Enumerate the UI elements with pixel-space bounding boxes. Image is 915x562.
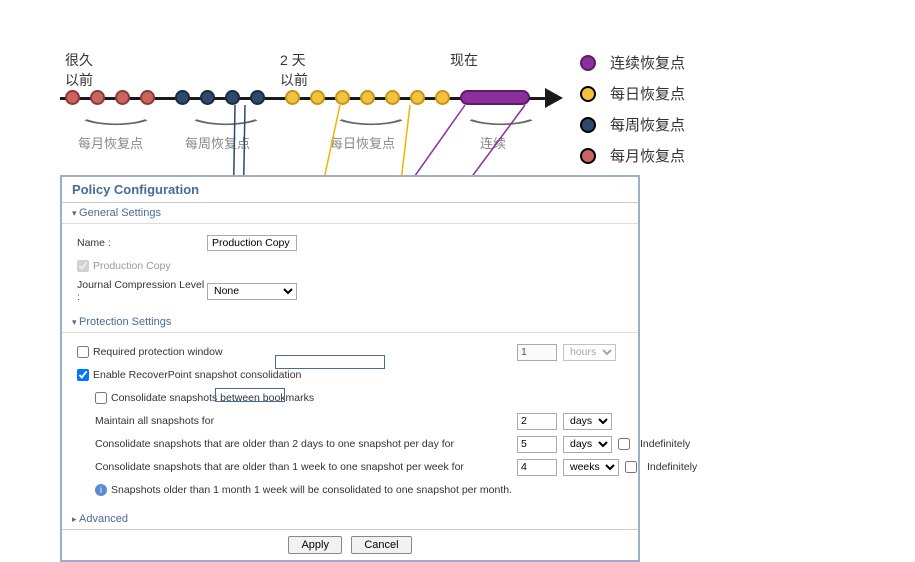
monthly-point [65,90,80,105]
name-input[interactable] [207,235,297,251]
required-window-number [517,344,557,361]
info-text: Snapshots older than 1 month 1 week will… [111,484,512,496]
indef-label: Indefinitely [647,461,697,473]
cancel-button[interactable]: Cancel [351,536,411,554]
daily-point [385,90,400,105]
daily-point [285,90,300,105]
brace-label: 每月恢复点 [78,133,143,152]
compression-select[interactable]: None [207,283,297,300]
label-now: 现在 [450,50,478,70]
older-1week-unit[interactable]: weeks [563,459,619,476]
legend-item: 每日恢复点 [580,83,685,104]
maintain-number[interactable] [517,413,557,430]
indef-label: Indefinitely [640,438,690,450]
continuous-segment [460,90,530,105]
name-label: Name : [77,237,207,249]
compression-label: Journal Compression Level : [77,279,207,303]
daily-point [435,90,450,105]
monthly-point [140,90,155,105]
panel-title: Policy Configuration [62,177,638,203]
older-1week-label: Consolidate snapshots that are older tha… [95,461,464,473]
highlight-1month [215,388,285,402]
legend-dot-icon [580,55,596,71]
legend-label: 每日恢复点 [610,83,685,104]
button-bar: Apply Cancel [62,529,638,560]
weekly-point [175,90,190,105]
weekly-point [200,90,215,105]
weekly-point [225,90,240,105]
daily-point [310,90,325,105]
legend-label: 每月恢复点 [610,145,685,166]
legend-dot-icon [580,86,596,102]
monthly-point [90,90,105,105]
older-2days-unit[interactable]: days [563,436,612,453]
maintain-label: Maintain all snapshots for [95,415,214,427]
legend-dot-icon [580,148,596,164]
daily-point [335,90,350,105]
legend-label: 每周恢复点 [610,114,685,135]
maintain-unit[interactable]: days [563,413,612,430]
enable-consolidation-checkbox[interactable] [77,369,89,381]
required-window-unit: hours [563,344,616,361]
apply-button[interactable]: Apply [288,536,342,554]
enable-consolidation-label: Enable RecoverPoint snapshot consolidati… [93,369,301,381]
brace-label: 每周恢复点 [185,133,250,152]
general-body: Name : Production Copy Journal Compressi… [62,224,638,312]
weekly-point [250,90,265,105]
indef-checkbox-1[interactable] [618,438,630,450]
daily-point [360,90,375,105]
highlight-2days [275,355,385,369]
timeline: 很久 以前 2 天 以前 现在 ︶ ︶ ︶ ︶ 每月恢复点 每周恢复点 每日恢复… [60,55,600,155]
daily-point [410,90,425,105]
legend-item: 每月恢复点 [580,145,685,166]
older-2days-label: Consolidate snapshots that are older tha… [95,438,454,450]
required-window-checkbox[interactable] [77,346,89,358]
section-advanced[interactable]: Advanced [62,509,638,529]
older-1week-number[interactable] [517,459,557,476]
monthly-point [115,90,130,105]
label-long-ago: 很久 以前 [65,50,93,90]
older-2days-number[interactable] [517,436,557,453]
legend-label: 连续恢复点 [610,52,685,73]
section-protection[interactable]: Protection Settings [62,312,638,333]
legend: 连续恢复点 每日恢复点 每周恢复点 每月恢复点 [580,52,685,176]
legend-item: 连续恢复点 [580,52,685,73]
brace-label: 每日恢复点 [330,133,395,152]
section-general[interactable]: General Settings [62,203,638,224]
info-icon: i [95,484,107,496]
legend-dot-icon [580,117,596,133]
production-copy-label: Production Copy [93,260,171,272]
production-copy-checkbox [77,260,89,272]
indef-checkbox-2[interactable] [625,461,637,473]
required-window-label: Required protection window [93,346,223,358]
legend-item: 每周恢复点 [580,114,685,135]
between-bookmarks-checkbox[interactable] [95,392,107,404]
label-2-days: 2 天 以前 [280,50,308,90]
brace-label: 连续 [480,133,506,152]
